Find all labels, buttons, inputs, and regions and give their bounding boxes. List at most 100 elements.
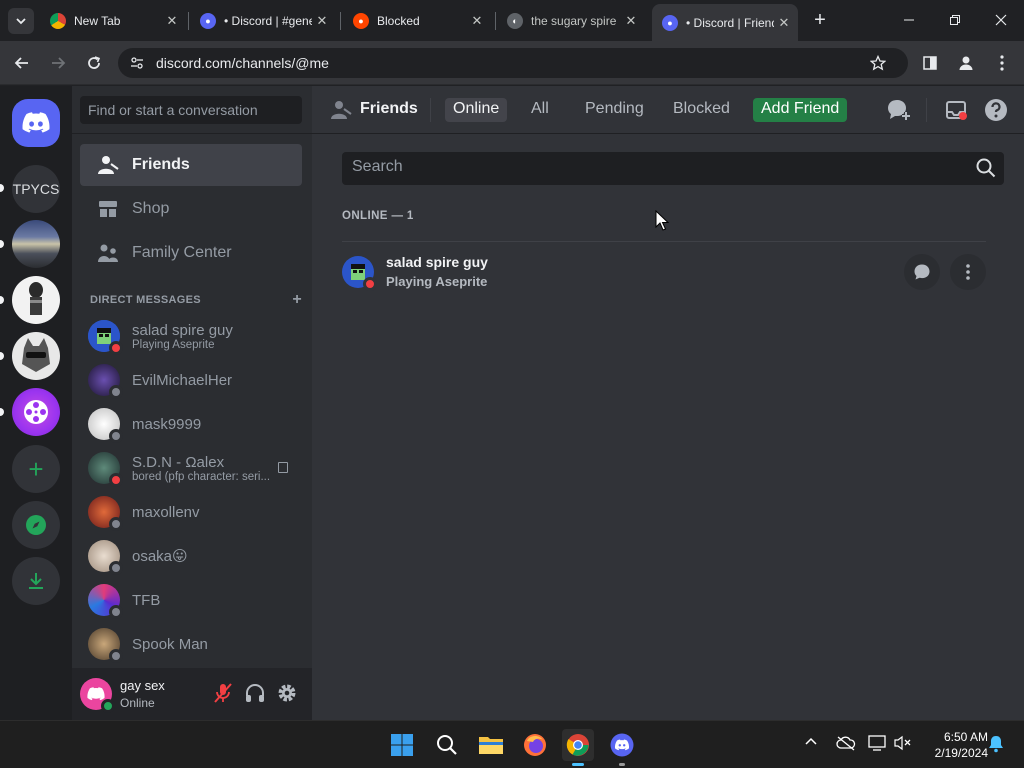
new-tab-button[interactable]: +: [808, 8, 832, 32]
friends-search-input[interactable]: Search: [342, 152, 1004, 185]
dm-item[interactable]: S.D.N - Ωalex bored (pfp character: seri…: [80, 447, 302, 489]
dm-item[interactable]: EvilMichaelHer: [80, 359, 302, 401]
nav-shop[interactable]: Shop: [80, 188, 302, 230]
message-button[interactable]: [904, 254, 940, 290]
discord-taskbar-button[interactable]: [606, 729, 638, 766]
firefox-button[interactable]: [519, 729, 551, 761]
network-icon[interactable]: [868, 735, 886, 753]
create-dm-button[interactable]: +: [292, 292, 302, 308]
close-tab-icon[interactable]: ✕: [467, 13, 487, 29]
close-tab-icon[interactable]: ✕: [162, 13, 182, 29]
server-character[interactable]: [12, 276, 60, 324]
tab-pending[interactable]: Pending: [577, 98, 652, 122]
deafen-button[interactable]: [244, 682, 268, 706]
discord-logo-icon: [87, 687, 105, 701]
reload-icon: [88, 56, 101, 69]
restore-button[interactable]: [932, 0, 978, 40]
server-film[interactable]: [12, 388, 60, 436]
home-button[interactable]: [12, 99, 60, 147]
mute-button[interactable]: [212, 682, 236, 706]
tab-search-button[interactable]: [8, 8, 34, 34]
dm-name: Spook Man: [132, 635, 208, 653]
tab-blocked[interactable]: ● Blocked ✕: [343, 6, 491, 35]
shop-icon: [88, 199, 128, 219]
site-info-icon[interactable]: [130, 56, 144, 70]
forward-button[interactable]: [44, 49, 72, 77]
dm-item[interactable]: osaka😛: [80, 535, 302, 577]
address-bar[interactable]: discord.com/channels/@me: [118, 48, 908, 78]
chrome-taskbar-button[interactable]: [562, 729, 594, 766]
arrow-right-icon: [52, 57, 66, 69]
back-button[interactable]: [8, 49, 36, 77]
close-tab-icon[interactable]: ✕: [312, 13, 332, 29]
dm-item[interactable]: Spook Man: [80, 623, 302, 665]
close-window-button[interactable]: [978, 0, 1024, 40]
reload-button[interactable]: [80, 49, 108, 77]
notifications-button[interactable]: [988, 735, 1006, 753]
dm-item[interactable]: maxollenv: [80, 491, 302, 533]
more-vertical-icon: [966, 264, 970, 280]
dm-item[interactable]: salad spire guy Playing Aseprite: [80, 315, 302, 357]
folder-icon: [479, 737, 503, 754]
help-button[interactable]: [984, 98, 1008, 122]
friends-header: Friends Online All Pending Blocked Add F…: [312, 86, 1024, 134]
dm-name: EvilMichaelHer: [132, 371, 233, 389]
dm-name: salad spire guy: [132, 321, 233, 339]
add-friend-button[interactable]: Add Friend: [753, 98, 848, 122]
friends-icon: [88, 155, 128, 175]
nav-family-center[interactable]: Family Center: [80, 232, 302, 274]
server-list: TPYCS +: [0, 86, 72, 720]
clock[interactable]: 6:50 AM 2/19/2024: [918, 729, 988, 761]
dm-item[interactable]: TFB: [80, 579, 302, 621]
running-app-indicator: [619, 763, 625, 766]
explore-servers-button[interactable]: [12, 501, 60, 549]
tab-all[interactable]: All: [523, 98, 557, 122]
start-button[interactable]: [386, 729, 418, 761]
server-landscape[interactable]: [12, 220, 60, 268]
new-group-dm-button[interactable]: [886, 98, 912, 122]
close-tab-icon[interactable]: ✕: [621, 13, 641, 29]
firefox-icon: [524, 734, 546, 756]
close-tab-icon[interactable]: ✕: [774, 15, 794, 31]
tab-sugary-spire[interactable]: ◐ the sugary spire ✕: [497, 6, 645, 35]
tab-blocked[interactable]: Blocked: [665, 98, 738, 122]
download-apps-button[interactable]: [12, 557, 60, 605]
tab-title: the sugary spire: [531, 13, 617, 28]
user-settings-button[interactable]: [276, 682, 300, 706]
dm-name: osaka😛: [132, 548, 188, 565]
profile-button[interactable]: [952, 49, 980, 77]
tab-new-tab[interactable]: New Tab ✕: [40, 6, 186, 35]
tab-separator: [495, 12, 496, 30]
tab-online[interactable]: Online: [445, 98, 508, 122]
side-panel-button[interactable]: [916, 49, 944, 77]
tab-discord-general[interactable]: ● • Discord | #general ✕: [190, 6, 336, 35]
nav-friends[interactable]: Friends: [80, 144, 302, 186]
dm-name: maxollenv: [132, 503, 200, 521]
search-icon: [976, 158, 996, 178]
more-options-button[interactable]: [950, 254, 986, 290]
show-hidden-icons-button[interactable]: [804, 735, 820, 753]
search-taskbar-button[interactable]: [431, 729, 463, 761]
add-server-button[interactable]: +: [12, 445, 60, 493]
status-offline-indicator: [109, 649, 123, 663]
unread-pill: [0, 408, 4, 416]
user-avatar[interactable]: [80, 678, 115, 713]
avatar: [88, 320, 123, 355]
onedrive-icon[interactable]: [836, 735, 856, 753]
friend-row[interactable]: salad spire guy Playing Aseprite: [342, 248, 986, 296]
dm-item[interactable]: mask9999: [80, 403, 302, 445]
chrome-menu-button[interactable]: [988, 49, 1016, 77]
tab-discord-friends[interactable]: ● • Discord | Friends ✕: [652, 4, 798, 41]
compass-icon: [26, 515, 46, 535]
minimize-button[interactable]: [886, 0, 932, 40]
friends-icon: [331, 101, 352, 119]
server-tpycs[interactable]: TPYCS: [12, 165, 60, 213]
server-cat[interactable]: [12, 332, 60, 380]
tab-title: • Discord | #general: [224, 13, 312, 28]
scrollbar[interactable]: [1014, 246, 1018, 706]
volume-muted-icon[interactable]: [893, 735, 911, 753]
bookmark-star-icon[interactable]: [870, 55, 886, 71]
find-conversation-input[interactable]: Find or start a conversation: [80, 96, 302, 124]
inbox-button[interactable]: [944, 98, 968, 122]
file-explorer-button[interactable]: [475, 729, 507, 761]
